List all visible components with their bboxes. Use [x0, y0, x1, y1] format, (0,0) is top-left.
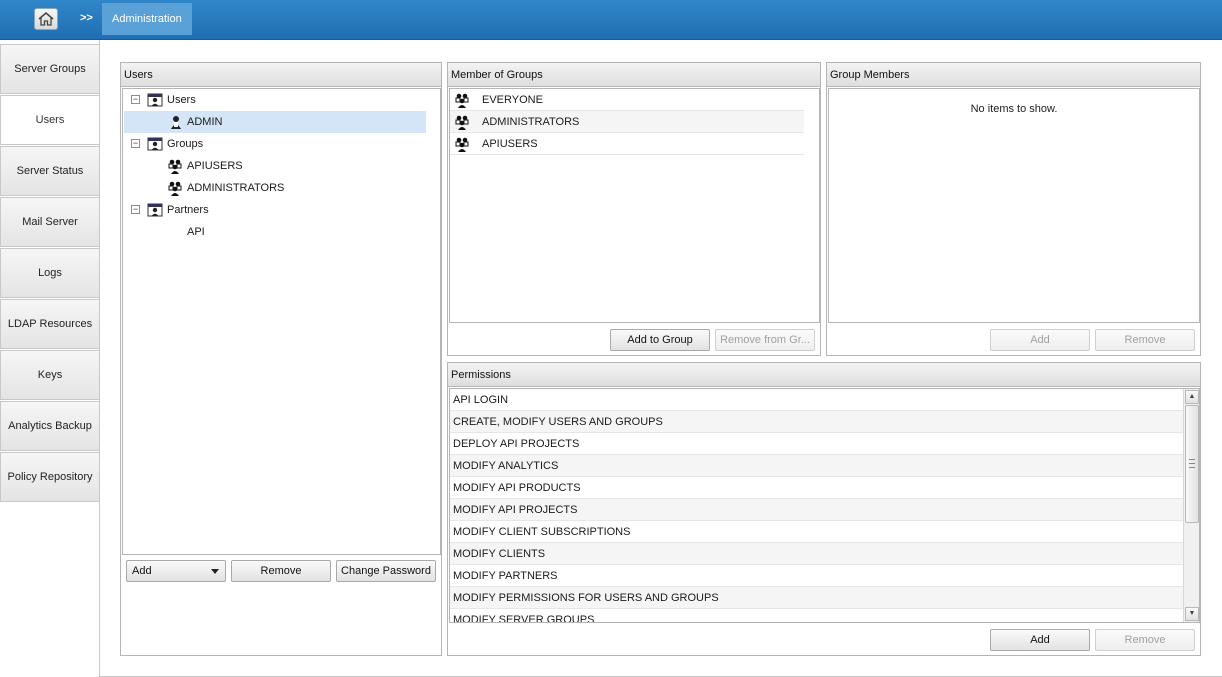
remove-permission-button[interactable]: Remove	[1095, 629, 1195, 651]
tree-node-admin[interactable]: ADMIN	[124, 111, 426, 133]
permissions-panel: Permissions API LOGIN CREATE, MODIFY USE…	[447, 362, 1201, 656]
scroll-up-icon[interactable]: ▲	[1185, 390, 1199, 404]
tree-node-administrators[interactable]: ADMINISTRATORS	[123, 177, 423, 199]
grip-icon	[1189, 459, 1195, 468]
breadcrumb-separator: >>	[80, 12, 93, 24]
user-folder-icon	[147, 137, 163, 151]
tree-node-label: ADMINISTRATORS	[187, 182, 285, 194]
collapse-toggle[interactable]: −	[131, 205, 140, 214]
tree-node-label: APIUSERS	[187, 160, 243, 172]
tree-node-apiusers[interactable]: APIUSERS	[123, 155, 423, 177]
tree-node-groups[interactable]: − Groups	[123, 133, 423, 155]
permissions-list: API LOGIN CREATE, MODIFY USERS AND GROUP…	[449, 388, 1200, 623]
permission-label: MODIFY API PROJECTS	[453, 504, 578, 516]
empty-message: No items to show.	[970, 103, 1058, 115]
group-members-list: No items to show.	[828, 88, 1200, 323]
nav-users[interactable]: Users	[0, 95, 100, 145]
group-members-panel: Group Members No items to show. Add Remo…	[826, 62, 1201, 356]
collapse-toggle[interactable]: −	[131, 139, 140, 148]
users-tree: − Users ADMIN − Groups APIUSERS ADMINIST…	[122, 88, 441, 555]
permission-row[interactable]: MODIFY CLIENTS	[450, 543, 1184, 565]
list-item-label: ADMINISTRATORS	[482, 116, 580, 128]
users-panel: Users − Users ADMIN − Groups APIUSERS AD…	[120, 62, 442, 656]
permission-label: API LOGIN	[453, 394, 509, 406]
permission-row[interactable]: MODIFY CLIENT SUBSCRIPTIONS	[450, 521, 1184, 543]
permission-label: MODIFY CLIENTS	[453, 548, 546, 560]
member-of-groups-panel: Member of Groups EVERYONE ADMINISTRATORS…	[447, 62, 821, 356]
add-select[interactable]: Add	[126, 560, 226, 582]
nav-server-status[interactable]: Server Status	[0, 146, 100, 196]
permission-label: CREATE, MODIFY USERS AND GROUPS	[453, 416, 663, 428]
add-permission-button[interactable]: Add	[990, 629, 1090, 651]
permission-row[interactable]: MODIFY PARTNERS	[450, 565, 1184, 587]
permission-row[interactable]: DEPLOY API PROJECTS	[450, 433, 1184, 455]
scroll-down-icon[interactable]: ▼	[1185, 607, 1199, 621]
nav-mail-server[interactable]: Mail Server	[0, 197, 100, 247]
nav-keys[interactable]: Keys	[0, 350, 100, 400]
permissions-title: Permissions	[448, 363, 1200, 387]
permission-row[interactable]: MODIFY PERMISSIONS FOR USERS AND GROUPS	[450, 587, 1184, 609]
permission-row[interactable]: MODIFY API PROJECTS	[450, 499, 1184, 521]
group-icon	[168, 159, 182, 174]
dropdown-arrow-icon	[211, 569, 219, 574]
permission-label: MODIFY API PRODUCTS	[453, 482, 581, 494]
list-item-label: EVERYONE	[482, 94, 543, 106]
permission-row[interactable]: API LOGIN	[450, 389, 1184, 411]
permission-label: MODIFY ANALYTICS	[453, 460, 559, 472]
tree-node-partners[interactable]: − Partners	[123, 199, 423, 221]
member-of-groups-title: Member of Groups	[448, 63, 820, 87]
remove-from-group-button[interactable]: Remove from Gr...	[715, 329, 815, 351]
change-password-button[interactable]: Change Password	[336, 560, 436, 582]
remove-member-button[interactable]: Remove	[1095, 329, 1195, 351]
permission-row[interactable]: MODIFY ANALYTICS	[450, 455, 1184, 477]
tree-node-users[interactable]: − Users	[123, 89, 423, 111]
tree-node-api[interactable]: API	[123, 221, 423, 243]
tree-node-label: ADMIN	[187, 116, 223, 128]
user-folder-icon	[147, 93, 163, 107]
user-folder-icon	[147, 203, 163, 217]
list-item[interactable]: APIUSERS	[450, 133, 804, 155]
add-member-button[interactable]: Add	[990, 329, 1090, 351]
nav-policy-repository[interactable]: Policy Repository	[0, 452, 100, 502]
side-nav: Server Groups Users Server Status Mail S…	[0, 44, 101, 503]
permission-label: DEPLOY API PROJECTS	[453, 438, 580, 450]
group-members-title: Group Members	[827, 63, 1200, 87]
permission-row[interactable]: CREATE, MODIFY USERS AND GROUPS	[450, 411, 1184, 433]
permission-label: MODIFY CLIENT SUBSCRIPTIONS	[453, 526, 631, 538]
users-panel-title: Users	[121, 63, 441, 87]
tree-node-label: Groups	[167, 138, 204, 150]
tree-node-label: API	[187, 226, 205, 238]
nav-ldap-resources[interactable]: LDAP Resources	[0, 299, 100, 349]
add-to-group-button[interactable]: Add to Group	[610, 329, 710, 351]
top-bar: >> Administration	[0, 0, 1222, 40]
group-icon	[455, 115, 469, 130]
list-item[interactable]: EVERYONE	[450, 89, 804, 111]
user-icon	[171, 116, 181, 129]
breadcrumb-administration[interactable]: Administration	[102, 3, 192, 35]
permission-row[interactable]: MODIFY SERVER GROUPS	[450, 609, 1184, 623]
permission-label: MODIFY PERMISSIONS FOR USERS AND GROUPS	[453, 592, 719, 604]
tree-node-label: Partners	[167, 204, 209, 216]
nav-logs[interactable]: Logs	[0, 248, 100, 298]
permission-label: MODIFY SERVER GROUPS	[453, 614, 595, 623]
permission-row[interactable]: MODIFY API PRODUCTS	[450, 477, 1184, 499]
home-button[interactable]	[34, 8, 58, 30]
home-icon	[38, 12, 54, 26]
nav-analytics-backup[interactable]: Analytics Backup	[0, 401, 100, 451]
permission-label: MODIFY PARTNERS	[453, 570, 558, 582]
list-item-label: APIUSERS	[482, 138, 538, 150]
add-select-value: Add	[132, 565, 152, 577]
member-of-groups-list: EVERYONE ADMINISTRATORS APIUSERS	[449, 88, 820, 323]
permissions-scrollbar[interactable]: ▲ ▼	[1183, 389, 1199, 622]
collapse-toggle[interactable]: −	[131, 95, 140, 104]
scrollbar-thumb[interactable]	[1185, 405, 1199, 523]
tree-node-label: Users	[167, 94, 196, 106]
group-icon	[455, 137, 469, 152]
nav-server-groups[interactable]: Server Groups	[0, 44, 100, 94]
remove-user-button[interactable]: Remove	[231, 560, 331, 582]
list-item[interactable]: ADMINISTRATORS	[450, 111, 804, 133]
group-icon	[168, 181, 182, 196]
group-icon	[455, 93, 469, 108]
